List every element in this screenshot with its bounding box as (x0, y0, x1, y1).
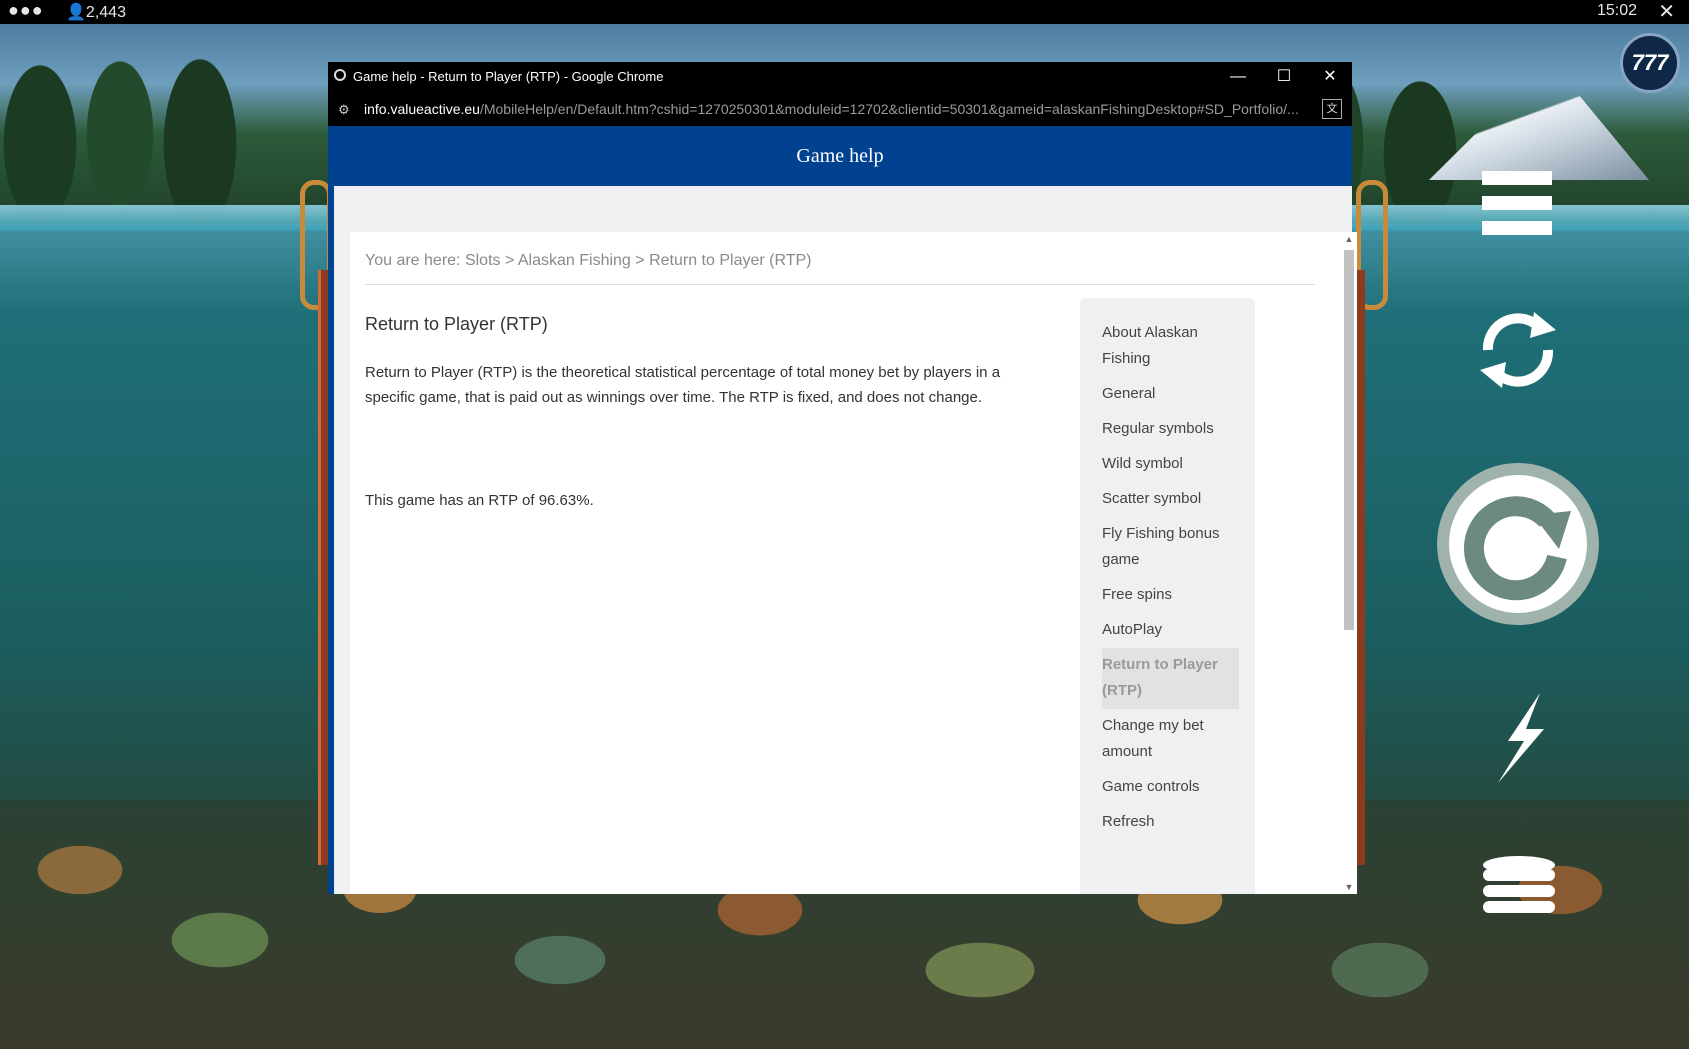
user-icon: 👤 (66, 4, 86, 21)
nav-item-wild-symbol[interactable]: Wild symbol (1102, 447, 1233, 482)
turbo-bolt-icon[interactable] (1488, 693, 1552, 783)
spin-icon (1449, 475, 1587, 613)
nav-item-about-alaskan-fishing[interactable]: About Alaskan Fishing (1102, 316, 1233, 377)
nav-item-game-controls[interactable]: Game controls (1102, 770, 1233, 805)
nav-item-general[interactable]: General (1102, 377, 1233, 412)
breadcrumb-link-slots[interactable]: Slots (465, 252, 501, 269)
url-text[interactable]: info.valueactive.eu/MobileHelp/en/Defaul… (364, 101, 1309, 117)
breadcrumb-separator: > (635, 252, 645, 269)
site-settings-icon[interactable]: ⚙ (338, 102, 350, 118)
page-scrollbar[interactable]: ▲ ▼ (1340, 232, 1357, 894)
player-count: 👤2,443 (66, 2, 126, 22)
scroll-down-icon[interactable]: ▼ (1344, 882, 1354, 892)
breadcrumb-current: Return to Player (RTP) (649, 252, 812, 269)
url-host: info.valueactive.eu (364, 101, 480, 117)
minimize-icon[interactable]: — (1223, 66, 1253, 88)
spin-button[interactable] (1437, 463, 1599, 625)
header-spacer (328, 186, 1352, 232)
breadcrumb-separator: > (504, 252, 515, 269)
breadcrumb-prefix: You are here: (365, 252, 461, 269)
close-window-icon[interactable]: ✕ (1315, 66, 1345, 88)
rtp-value-text: This game has an RTP of 96.63%. (365, 492, 594, 509)
nav-item-autoplay[interactable]: AutoPlay (1102, 613, 1233, 648)
more-options-icon[interactable]: ●●● (8, 0, 44, 20)
nav-item-regular-symbols[interactable]: Regular symbols (1102, 412, 1233, 447)
coin-stack-icon[interactable] (1479, 855, 1559, 915)
nav-item-refresh[interactable]: Refresh (1102, 805, 1233, 840)
help-page: You are here: Slots > Alaskan Fishing > … (350, 232, 1340, 894)
chrome-favicon-icon (334, 69, 346, 81)
maximize-icon[interactable]: ☐ (1269, 66, 1299, 88)
help-content-area: You are here: Slots > Alaskan Fishing > … (328, 232, 1357, 894)
close-game-icon[interactable]: ✕ (1658, 0, 1675, 24)
clock: 15:02 (1596, 2, 1637, 19)
window-title: Game help - Return to Player (RTP) - Goo… (353, 69, 664, 84)
nav-item-change-bet-amount[interactable]: Change my bet amount (1102, 709, 1233, 770)
nav-item-return-to-player[interactable]: Return to Player (RTP) (1102, 648, 1239, 709)
player-count-value: 2,443 (85, 4, 126, 21)
breadcrumb-link-alaskan-fishing[interactable]: Alaskan Fishing (518, 252, 631, 269)
nav-item-free-spins[interactable]: Free spins (1102, 578, 1233, 613)
menu-icon[interactable] (1482, 171, 1552, 239)
address-bar[interactable]: ⚙ info.valueactive.eu/MobileHelp/en/Defa… (328, 92, 1352, 126)
help-header: Game help (328, 126, 1352, 186)
window-titlebar: Game help - Return to Player (RTP) - Goo… (328, 62, 1352, 92)
help-topics-nav: About Alaskan Fishing General Regular sy… (1080, 298, 1255, 894)
refresh-icon[interactable] (1468, 300, 1568, 400)
scroll-up-icon[interactable]: ▲ (1344, 234, 1354, 244)
nav-item-scatter-symbol[interactable]: Scatter symbol (1102, 482, 1233, 517)
game-logo: 777 (1620, 33, 1680, 93)
url-path: /MobileHelp/en/Default.htm?cshid=1270250… (479, 101, 1299, 117)
status-bar: ●●● 👤2,443 15:02 ✕ (0, 0, 1689, 24)
breadcrumb: You are here: Slots > Alaskan Fishing > … (365, 252, 1315, 285)
scroll-thumb[interactable] (1344, 250, 1354, 630)
translate-icon[interactable]: 文 (1322, 99, 1342, 119)
help-browser-window: Game help - Return to Player (RTP) - Goo… (328, 62, 1357, 894)
rtp-description: Return to Player (RTP) is the theoretica… (365, 364, 1001, 406)
nav-item-fly-fishing-bonus-game[interactable]: Fly Fishing bonus game (1102, 517, 1233, 578)
page-title: Return to Player (RTP) (365, 314, 548, 334)
